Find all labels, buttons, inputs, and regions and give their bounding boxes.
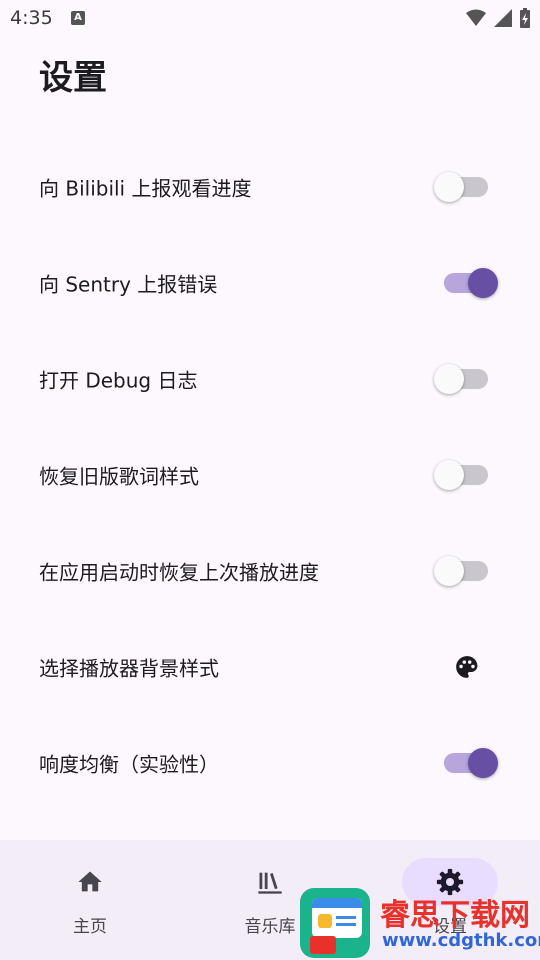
setting-player-background[interactable]: 选择播放器背景样式 xyxy=(0,619,540,715)
watermark-url: www.cdgthk.com xyxy=(382,930,540,951)
setting-sentry-report[interactable]: 向 Sentry 上报错误 xyxy=(0,235,540,331)
cellular-signal-icon xyxy=(494,9,512,27)
legacy-lyrics-switch[interactable] xyxy=(434,460,488,490)
wifi-icon xyxy=(466,9,486,26)
status-icons xyxy=(466,8,530,28)
nav-icon-container xyxy=(42,858,138,906)
setting-label: 响度均衡（实验性） xyxy=(39,752,219,777)
switch-thumb xyxy=(468,748,498,778)
sentry-report-switch[interactable] xyxy=(444,268,498,298)
setting-debug-log[interactable]: 打开 Debug 日志 xyxy=(0,331,540,427)
switch-thumb xyxy=(434,364,464,394)
library-icon xyxy=(258,872,282,894)
switch-thumb xyxy=(434,460,464,490)
page-title: 设置 xyxy=(39,58,107,98)
bilibili-progress-switch[interactable] xyxy=(434,172,488,202)
watermark-overlay: 睿思下载网 www.cdgthk.com xyxy=(296,884,540,960)
switch-thumb xyxy=(468,268,498,298)
setting-bilibili-progress[interactable]: 向 Bilibili 上报观看进度 xyxy=(0,139,540,235)
setting-loudness-normalization[interactable]: 响度均衡（实验性） xyxy=(0,715,540,811)
switch-thumb xyxy=(434,556,464,586)
status-time: 4:35 xyxy=(10,7,53,29)
notification-a-icon: A xyxy=(71,11,85,25)
setting-label: 向 Bilibili 上报观看进度 xyxy=(39,176,252,201)
debug-log-switch[interactable] xyxy=(434,364,488,394)
loudness-normalization-switch[interactable] xyxy=(444,748,498,778)
status-bar: 4:35 A xyxy=(0,0,540,36)
watermark-logo xyxy=(300,888,370,958)
setting-restore-progress[interactable]: 在应用启动时恢复上次播放进度 xyxy=(0,523,540,619)
restore-progress-switch[interactable] xyxy=(434,556,488,586)
setting-label: 打开 Debug 日志 xyxy=(39,368,198,393)
nav-label-home: 主页 xyxy=(73,917,107,937)
home-icon xyxy=(78,871,102,892)
watermark-title: 睿思下载网 xyxy=(380,898,530,933)
setting-legacy-lyrics[interactable]: 恢复旧版歌词样式 xyxy=(0,427,540,523)
battery-charging-icon xyxy=(520,8,530,28)
setting-label: 恢复旧版歌词样式 xyxy=(39,464,199,489)
setting-label: 选择播放器背景样式 xyxy=(39,656,219,681)
setting-label: 向 Sentry 上报错误 xyxy=(39,272,218,297)
switch-thumb xyxy=(434,172,464,202)
nav-item-home[interactable]: 主页 xyxy=(25,840,155,960)
palette-icon[interactable] xyxy=(454,654,480,680)
setting-label: 在应用启动时恢复上次播放进度 xyxy=(39,560,319,585)
